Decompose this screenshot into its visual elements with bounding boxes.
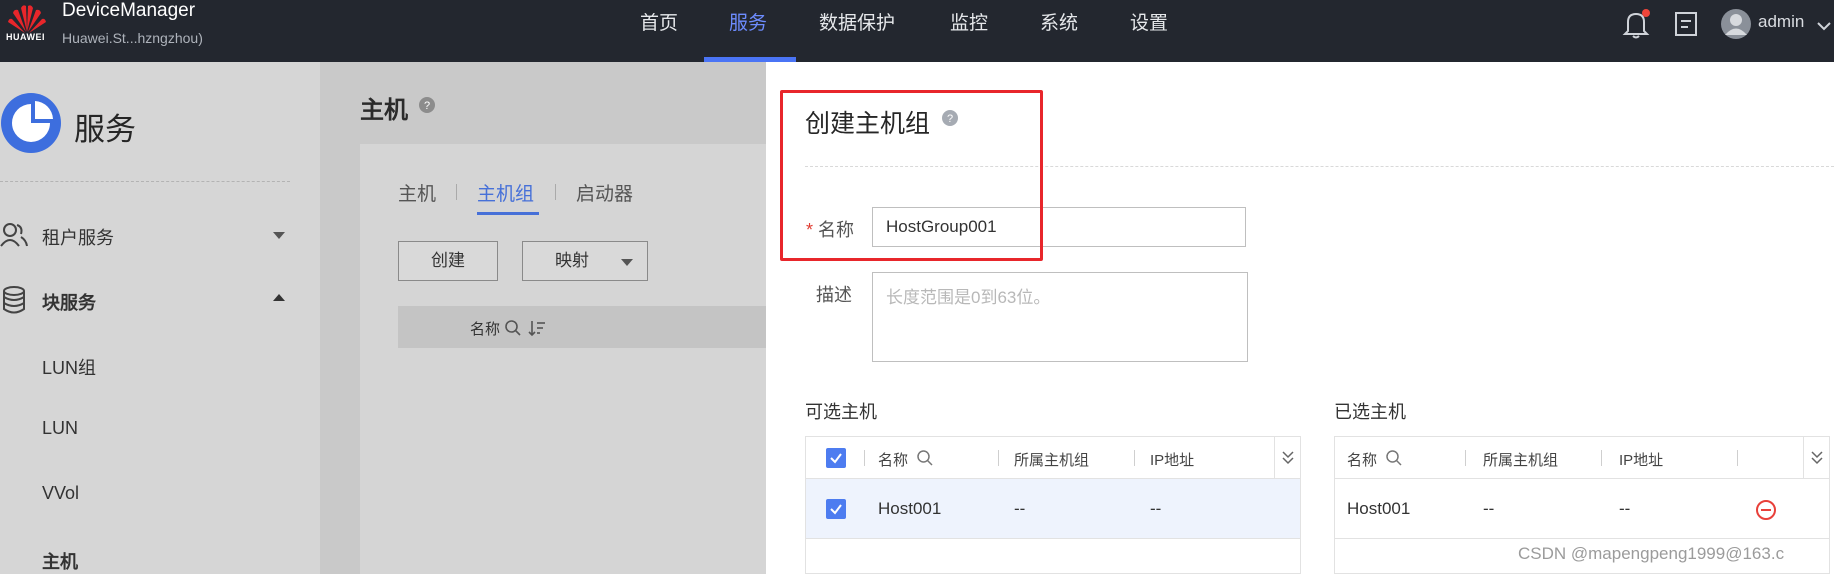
nav-data-protection[interactable]: 数据保护 bbox=[819, 0, 895, 62]
page-title: 主机 bbox=[360, 97, 408, 124]
host-group-cell: -- bbox=[1014, 499, 1026, 518]
table-header: 名称 所属主机组 IP地址 bbox=[1335, 437, 1829, 479]
tab-host-group[interactable]: 主机组 bbox=[477, 179, 534, 206]
create-host-group-panel: 创建主机组 ? * 名称 HostGroup001 描述 长度范围是0到63位。… bbox=[766, 62, 1834, 574]
services-icon bbox=[1, 93, 61, 153]
select-all-checkbox[interactable] bbox=[826, 448, 846, 468]
caret-down-icon[interactable] bbox=[272, 230, 286, 240]
selected-hosts-label: 已选主机 bbox=[1334, 402, 1406, 422]
table-header: 名称 bbox=[398, 306, 766, 348]
top-bar: HUAWEI DeviceManager Huawei.St...hzngzho… bbox=[0, 0, 1834, 62]
remove-circle-icon[interactable] bbox=[1755, 499, 1777, 521]
bell-icon[interactable] bbox=[1622, 8, 1652, 40]
sidebar-item-vvol[interactable]: VVol bbox=[42, 483, 79, 504]
sidebar-divider bbox=[0, 181, 290, 182]
nav-system[interactable]: 系统 bbox=[1040, 0, 1078, 62]
database-icon bbox=[3, 286, 25, 314]
column-name-header: 名称 bbox=[470, 321, 501, 338]
column-separator bbox=[1134, 450, 1135, 466]
description-label: 描述 bbox=[816, 285, 852, 305]
highlight-annotation-box bbox=[780, 90, 1043, 261]
sidebar: 服务 租户服务 块服务 LUN组 LUN VVol 主机 bbox=[0, 62, 320, 574]
host-name-cell: Host001 bbox=[878, 499, 942, 518]
search-icon[interactable] bbox=[1385, 449, 1403, 467]
double-chevron-down-icon bbox=[1811, 451, 1823, 465]
available-hosts-label: 可选主机 bbox=[805, 402, 877, 422]
column-ip-header: IP地址 bbox=[1619, 452, 1664, 469]
tenant-users-icon bbox=[0, 223, 28, 247]
map-button-label: 映射 bbox=[555, 251, 589, 270]
column-separator bbox=[1601, 450, 1602, 466]
column-separator bbox=[998, 450, 999, 466]
row-checkbox[interactable] bbox=[826, 499, 846, 519]
search-icon[interactable] bbox=[504, 319, 522, 337]
sort-icon[interactable] bbox=[528, 319, 546, 337]
double-chevron-down-icon bbox=[1282, 451, 1294, 465]
tab-initiator[interactable]: 启动器 bbox=[576, 179, 633, 206]
sidebar-item-lun-group[interactable]: LUN组 bbox=[42, 354, 96, 380]
host-group-cell: -- bbox=[1483, 499, 1495, 518]
column-separator bbox=[864, 450, 865, 466]
available-hosts-table: 名称 所属主机组 IP地址 Host001 -- -- bbox=[805, 436, 1301, 574]
tab-host[interactable]: 主机 bbox=[398, 179, 436, 206]
app-title: DeviceManager bbox=[62, 0, 196, 21]
tab-active-indicator bbox=[477, 212, 539, 215]
column-separator bbox=[1737, 450, 1738, 466]
svg-text:?: ? bbox=[424, 100, 430, 112]
task-list-icon[interactable] bbox=[1674, 11, 1698, 37]
column-separator bbox=[1465, 450, 1466, 466]
username[interactable]: admin bbox=[1758, 12, 1804, 32]
column-name-header: 名称 bbox=[878, 452, 909, 469]
sidebar-group-block-service[interactable]: 块服务 bbox=[42, 289, 96, 315]
host-name-cell: Host001 bbox=[1347, 499, 1411, 518]
check-icon bbox=[830, 453, 842, 464]
brand-text: HUAWEI bbox=[6, 32, 45, 42]
chevron-down-icon[interactable] bbox=[1816, 20, 1832, 32]
sidebar-item-host[interactable]: 主机 bbox=[42, 548, 78, 574]
sidebar-item-lun[interactable]: LUN bbox=[42, 418, 78, 439]
watermark: CSDN @mapengpeng1999@163.c bbox=[1518, 544, 1785, 563]
table-header: 名称 所属主机组 IP地址 bbox=[806, 437, 1300, 479]
nav-home[interactable]: 首页 bbox=[640, 0, 678, 62]
nav-services[interactable]: 服务 bbox=[729, 0, 767, 62]
host-card: 主机 主机组 启动器 创建 映射 名称 bbox=[360, 144, 766, 574]
column-group-header: 所属主机组 bbox=[1483, 452, 1559, 469]
tab-separator bbox=[555, 184, 556, 200]
user-avatar-icon[interactable] bbox=[1720, 8, 1752, 40]
sidebar-group-tenant-service[interactable]: 租户服务 bbox=[42, 224, 114, 250]
column-name-header: 名称 bbox=[1347, 452, 1378, 469]
help-icon[interactable]: ? bbox=[418, 96, 436, 114]
table-row[interactable]: Host001 -- -- bbox=[806, 479, 1300, 539]
table-row: Host001 -- -- bbox=[1335, 479, 1829, 539]
column-settings-button[interactable] bbox=[1803, 437, 1829, 479]
description-input[interactable]: 长度范围是0到63位。 bbox=[872, 272, 1248, 362]
column-group-header: 所属主机组 bbox=[1014, 452, 1090, 469]
search-icon[interactable] bbox=[916, 449, 934, 467]
caret-down-icon[interactable] bbox=[620, 257, 634, 267]
host-ip-cell: -- bbox=[1150, 499, 1162, 518]
caret-up-icon[interactable] bbox=[272, 293, 286, 303]
nav-monitor[interactable]: 监控 bbox=[950, 0, 988, 62]
sidebar-title: 服务 bbox=[74, 112, 136, 147]
create-button[interactable]: 创建 bbox=[398, 241, 498, 281]
device-name[interactable]: Huawei.St...hzngzhou) bbox=[62, 30, 203, 46]
main-content: 主机 ? 主机 主机组 启动器 创建 映射 名称 bbox=[320, 62, 766, 574]
column-ip-header: IP地址 bbox=[1150, 452, 1195, 469]
host-ip-cell: -- bbox=[1619, 499, 1631, 518]
nav-settings[interactable]: 设置 bbox=[1130, 0, 1168, 62]
column-settings-button[interactable] bbox=[1274, 437, 1300, 479]
tab-separator bbox=[456, 184, 457, 200]
check-icon bbox=[830, 504, 842, 515]
